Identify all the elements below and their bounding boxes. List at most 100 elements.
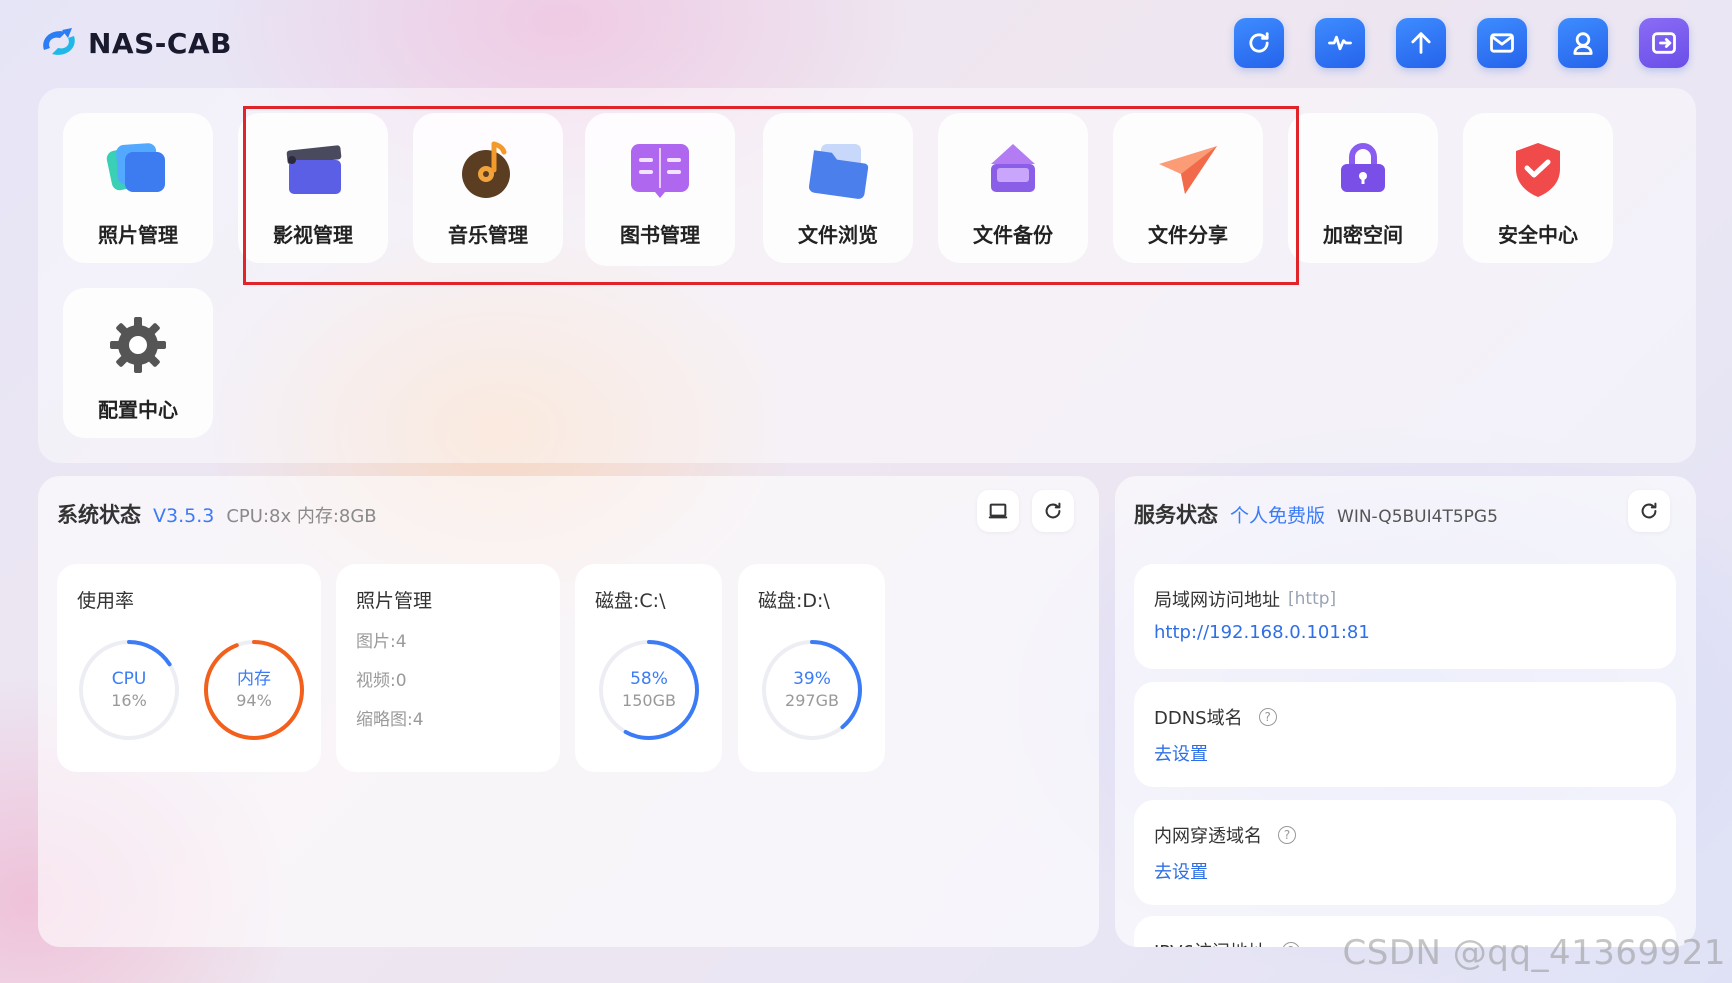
- panel-title: 服务状态: [1134, 503, 1218, 527]
- system-status-panel: 系统状态 V3.5.3 CPU:8x 内存:8GB 使用率 CPU 16% 内存…: [38, 476, 1099, 947]
- monitor-icon: [988, 503, 1008, 519]
- card-title: 使用率: [77, 590, 135, 612]
- svc-label-text: DDNS域名: [1154, 708, 1243, 729]
- app-label: 文件备份: [973, 223, 1053, 247]
- gauge-value: 94%: [236, 690, 272, 710]
- host-name: WIN-Q5BUI4T5PG5: [1337, 507, 1498, 527]
- app-label: 影视管理: [273, 223, 353, 247]
- help-icon[interactable]: ?: [1278, 826, 1296, 844]
- photos-icon: [99, 131, 177, 209]
- gauge-label: 39%: [793, 669, 831, 690]
- ddns-setup-link[interactable]: 去设置: [1154, 740, 1208, 766]
- app-name: NAS-CAB: [88, 26, 232, 60]
- app-logo: NAS-CAB: [38, 24, 232, 62]
- app-label: 配置中心: [98, 398, 178, 422]
- service-status-header: 服务状态 个人免费版 WIN-Q5BUI4T5PG5: [1134, 499, 1498, 529]
- hardware-summary: CPU:8x 内存:8GB: [226, 506, 377, 527]
- book-icon: [621, 131, 699, 209]
- app-tile-files[interactable]: 文件浏览: [763, 113, 913, 263]
- disk-c-card: 磁盘:C:\ 58% 150GB: [575, 564, 722, 772]
- help-icon[interactable]: ?: [1281, 942, 1300, 947]
- mail-icon: [1490, 33, 1514, 53]
- svc-label-text: 局域网访问地址: [1154, 590, 1280, 611]
- app-tile-vault[interactable]: 加密空间: [1288, 113, 1438, 263]
- edition-label: 个人免费版: [1230, 505, 1326, 527]
- logout-icon: [1652, 32, 1676, 54]
- tunnel-setup-link[interactable]: 去设置: [1154, 858, 1208, 884]
- refresh-icon: [1641, 502, 1657, 519]
- svc-label: 内网穿透域名 ?: [1154, 822, 1296, 848]
- svc-label: DDNS域名 ?: [1154, 704, 1277, 730]
- backup-icon: [974, 131, 1052, 209]
- usage-card: 使用率 CPU 16% 内存 94%: [57, 564, 321, 772]
- panel-title: 系统状态: [57, 503, 141, 527]
- svc-label: 局域网访问地址 [http]: [1154, 586, 1336, 612]
- watermark: CSDN @qq_41369921: [1342, 933, 1726, 973]
- service-refresh-button[interactable]: [1628, 490, 1670, 532]
- app-tile-config[interactable]: 配置中心: [63, 288, 213, 438]
- card-title: 磁盘:C:\: [595, 590, 666, 612]
- disk-d-gauge: 39% 297GB: [760, 638, 864, 742]
- app-label: 加密空间: [1323, 223, 1403, 247]
- system-refresh-button[interactable]: [1032, 490, 1074, 532]
- app-tile-books[interactable]: 图书管理: [585, 113, 735, 266]
- messages-button[interactable]: [1477, 18, 1527, 68]
- svc-label: IPV6访问地址 ?: [1154, 938, 1300, 947]
- activity-button[interactable]: [1315, 18, 1365, 68]
- service-status-panel: 服务状态 个人免费版 WIN-Q5BUI4T5PG5 局域网访问地址 [http…: [1115, 476, 1696, 947]
- lan-address-link[interactable]: http://192.168.0.101:81: [1154, 622, 1370, 643]
- app-label: 文件浏览: [798, 223, 878, 247]
- app-label: 安全中心: [1498, 223, 1578, 247]
- gear-icon: [99, 306, 177, 384]
- app-tile-backup[interactable]: 文件备份: [938, 113, 1088, 263]
- gauge-label: 内存: [237, 669, 271, 690]
- protocol-tag: [http]: [1288, 589, 1337, 609]
- app-tile-share[interactable]: 文件分享: [1113, 113, 1263, 263]
- activity-icon: [1328, 35, 1352, 51]
- app-tile-music[interactable]: 音乐管理: [413, 113, 563, 263]
- svc-label-text: IPV6访问地址: [1154, 938, 1266, 947]
- help-icon[interactable]: ?: [1258, 708, 1277, 726]
- app-label: 文件分享: [1148, 223, 1228, 247]
- logo-mark-icon: [43, 28, 75, 55]
- lock-icon: [1324, 131, 1402, 209]
- cpu-gauge: CPU 16%: [77, 638, 181, 742]
- app-tile-photos[interactable]: 照片管理: [63, 113, 213, 263]
- gauge-value: 150GB: [622, 690, 676, 710]
- lan-address-card: 局域网访问地址 [http] http://192.168.0.101:81: [1134, 564, 1676, 669]
- card-title: 磁盘:D:\: [758, 590, 830, 612]
- app-tile-security[interactable]: 安全中心: [1463, 113, 1613, 263]
- gauge-value: 297GB: [785, 690, 839, 710]
- refresh-icon: [1249, 32, 1269, 53]
- refresh-button[interactable]: [1234, 18, 1284, 68]
- logout-button[interactable]: [1639, 18, 1689, 68]
- photos-stats-card[interactable]: 照片管理 图片:4 视频:0 缩略图:4: [336, 564, 560, 772]
- gauge-label: 58%: [630, 669, 668, 690]
- svc-label-text: 内网穿透域名: [1154, 826, 1262, 847]
- photo-count: 图片:4: [356, 632, 407, 652]
- upload-button[interactable]: [1396, 18, 1446, 68]
- app-label: 照片管理: [98, 223, 178, 247]
- paper-plane-icon: [1149, 131, 1227, 209]
- gauge-label: CPU: [111, 669, 147, 690]
- tunnel-card: 内网穿透域名 ? 去设置: [1134, 800, 1676, 905]
- monitor-button[interactable]: [977, 490, 1019, 532]
- version-label: V3.5.3: [153, 505, 215, 527]
- user-icon: [1573, 32, 1593, 55]
- app-label: 音乐管理: [448, 223, 528, 247]
- app-tile-video[interactable]: 影视管理: [238, 113, 388, 263]
- gauge-value: 16%: [111, 690, 147, 710]
- video-count: 视频:0: [356, 671, 407, 691]
- system-status-header: 系统状态 V3.5.3 CPU:8x 内存:8GB: [57, 499, 377, 529]
- disk-c-gauge: 58% 150GB: [597, 638, 701, 742]
- memory-gauge: 内存 94%: [202, 638, 306, 742]
- video-clapper-icon: [274, 131, 352, 209]
- refresh-icon: [1045, 502, 1061, 519]
- folder-icon: [799, 131, 877, 209]
- top-toolbar: [1234, 18, 1689, 68]
- shield-check-icon: [1499, 131, 1577, 209]
- upload-arrow-icon: [1411, 32, 1431, 54]
- thumbnail-count: 缩略图:4: [356, 710, 424, 730]
- music-disc-icon: [449, 131, 527, 209]
- user-button[interactable]: [1558, 18, 1608, 68]
